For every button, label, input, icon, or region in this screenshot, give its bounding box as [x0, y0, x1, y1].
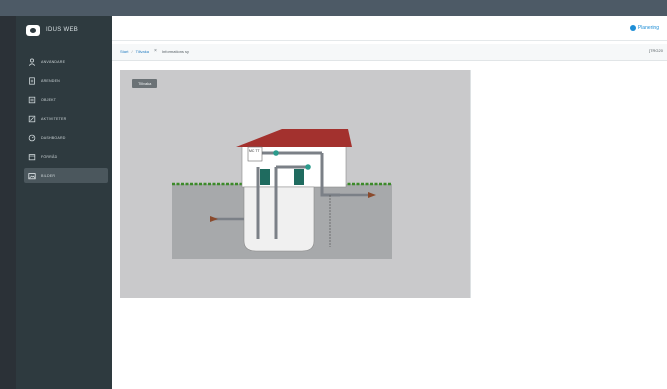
close-icon[interactable]: × — [154, 48, 157, 54]
sidebar-item-arenden[interactable]: ÄRENDEN — [24, 73, 108, 88]
breadcrumb-bar: Start / Tillvaka × Informations sy [TRG2… — [112, 44, 667, 61]
sidebar-item-label: DASHBOARD — [41, 135, 66, 140]
sidebar-item-label: ANVÄNDARE — [41, 59, 66, 64]
idus-logo-icon — [26, 24, 40, 36]
sidebar-item-label: FÖRRÅD — [41, 154, 58, 159]
image-icon — [28, 172, 36, 180]
monitor-bezel-top — [0, 0, 667, 16]
image-tag: Tillvaka — [132, 79, 158, 88]
user-icon — [28, 58, 36, 66]
sidebar: IDUS WEB ANVÄNDARE ÄRENDEN OBJEKT AKTIVI… — [16, 16, 112, 389]
app-screen: IDUS WEB ANVÄNDARE ÄRENDEN OBJEKT AKTIVI… — [16, 16, 667, 389]
breadcrumb-item[interactable]: Tillvaka — [136, 49, 149, 54]
monitor-bezel-left — [0, 16, 16, 389]
inbox-icon — [28, 153, 36, 161]
control-box-label: MC TT — [249, 149, 260, 153]
breadcrumb-start[interactable]: Start — [120, 49, 128, 54]
top-bar: Planering — [112, 16, 667, 41]
pump-right — [294, 169, 304, 185]
planning-icon — [629, 25, 636, 31]
breadcrumb: Start / Tillvaka × Informations sy — [120, 48, 189, 54]
sidebar-item-label: BILDER — [41, 173, 56, 178]
sidebar-item-anvandare[interactable]: ANVÄNDARE — [24, 54, 108, 69]
gauge-icon — [28, 134, 36, 142]
tank — [243, 186, 315, 252]
sidebar-item-dashboard[interactable]: DASHBOARD — [24, 130, 108, 145]
image-viewer[interactable]: Tillvaka MC TT — [120, 70, 470, 298]
breadcrumb-current: Informations sy — [161, 48, 190, 54]
brand[interactable]: IDUS WEB — [26, 22, 78, 38]
details-panel — [470, 70, 667, 298]
planning-label: Planering — [637, 25, 659, 31]
planning-button[interactable]: Planering — [629, 25, 659, 31]
sidebar-nav: ANVÄNDARE ÄRENDEN OBJEKT AKTIVITETER DAS… — [24, 54, 108, 187]
edit-icon — [28, 115, 36, 123]
sidebar-item-bilder[interactable]: BILDER — [24, 168, 108, 183]
sidebar-item-aktiviteter[interactable]: AKTIVITETER — [24, 111, 108, 126]
sidebar-item-label: OBJEKT — [41, 97, 57, 102]
valve-a — [273, 150, 279, 156]
breadcrumb-separator: / — [131, 48, 133, 54]
sidebar-item-objekt[interactable]: OBJEKT — [24, 92, 108, 107]
list-icon — [28, 96, 36, 104]
pump-left — [260, 169, 270, 185]
sidebar-item-label: ÄRENDEN — [41, 78, 60, 83]
sidebar-item-forrad[interactable]: FÖRRÅD — [24, 149, 108, 164]
valve-b — [305, 164, 311, 170]
object-id-label: [TRG20 — [648, 48, 663, 53]
house-roof — [236, 129, 352, 147]
pump-station-diagram: MC TT — [172, 129, 392, 259]
sidebar-item-label: AKTIVITETER — [41, 116, 67, 121]
app-title: IDUS WEB — [46, 27, 79, 33]
document-icon — [28, 76, 36, 85]
